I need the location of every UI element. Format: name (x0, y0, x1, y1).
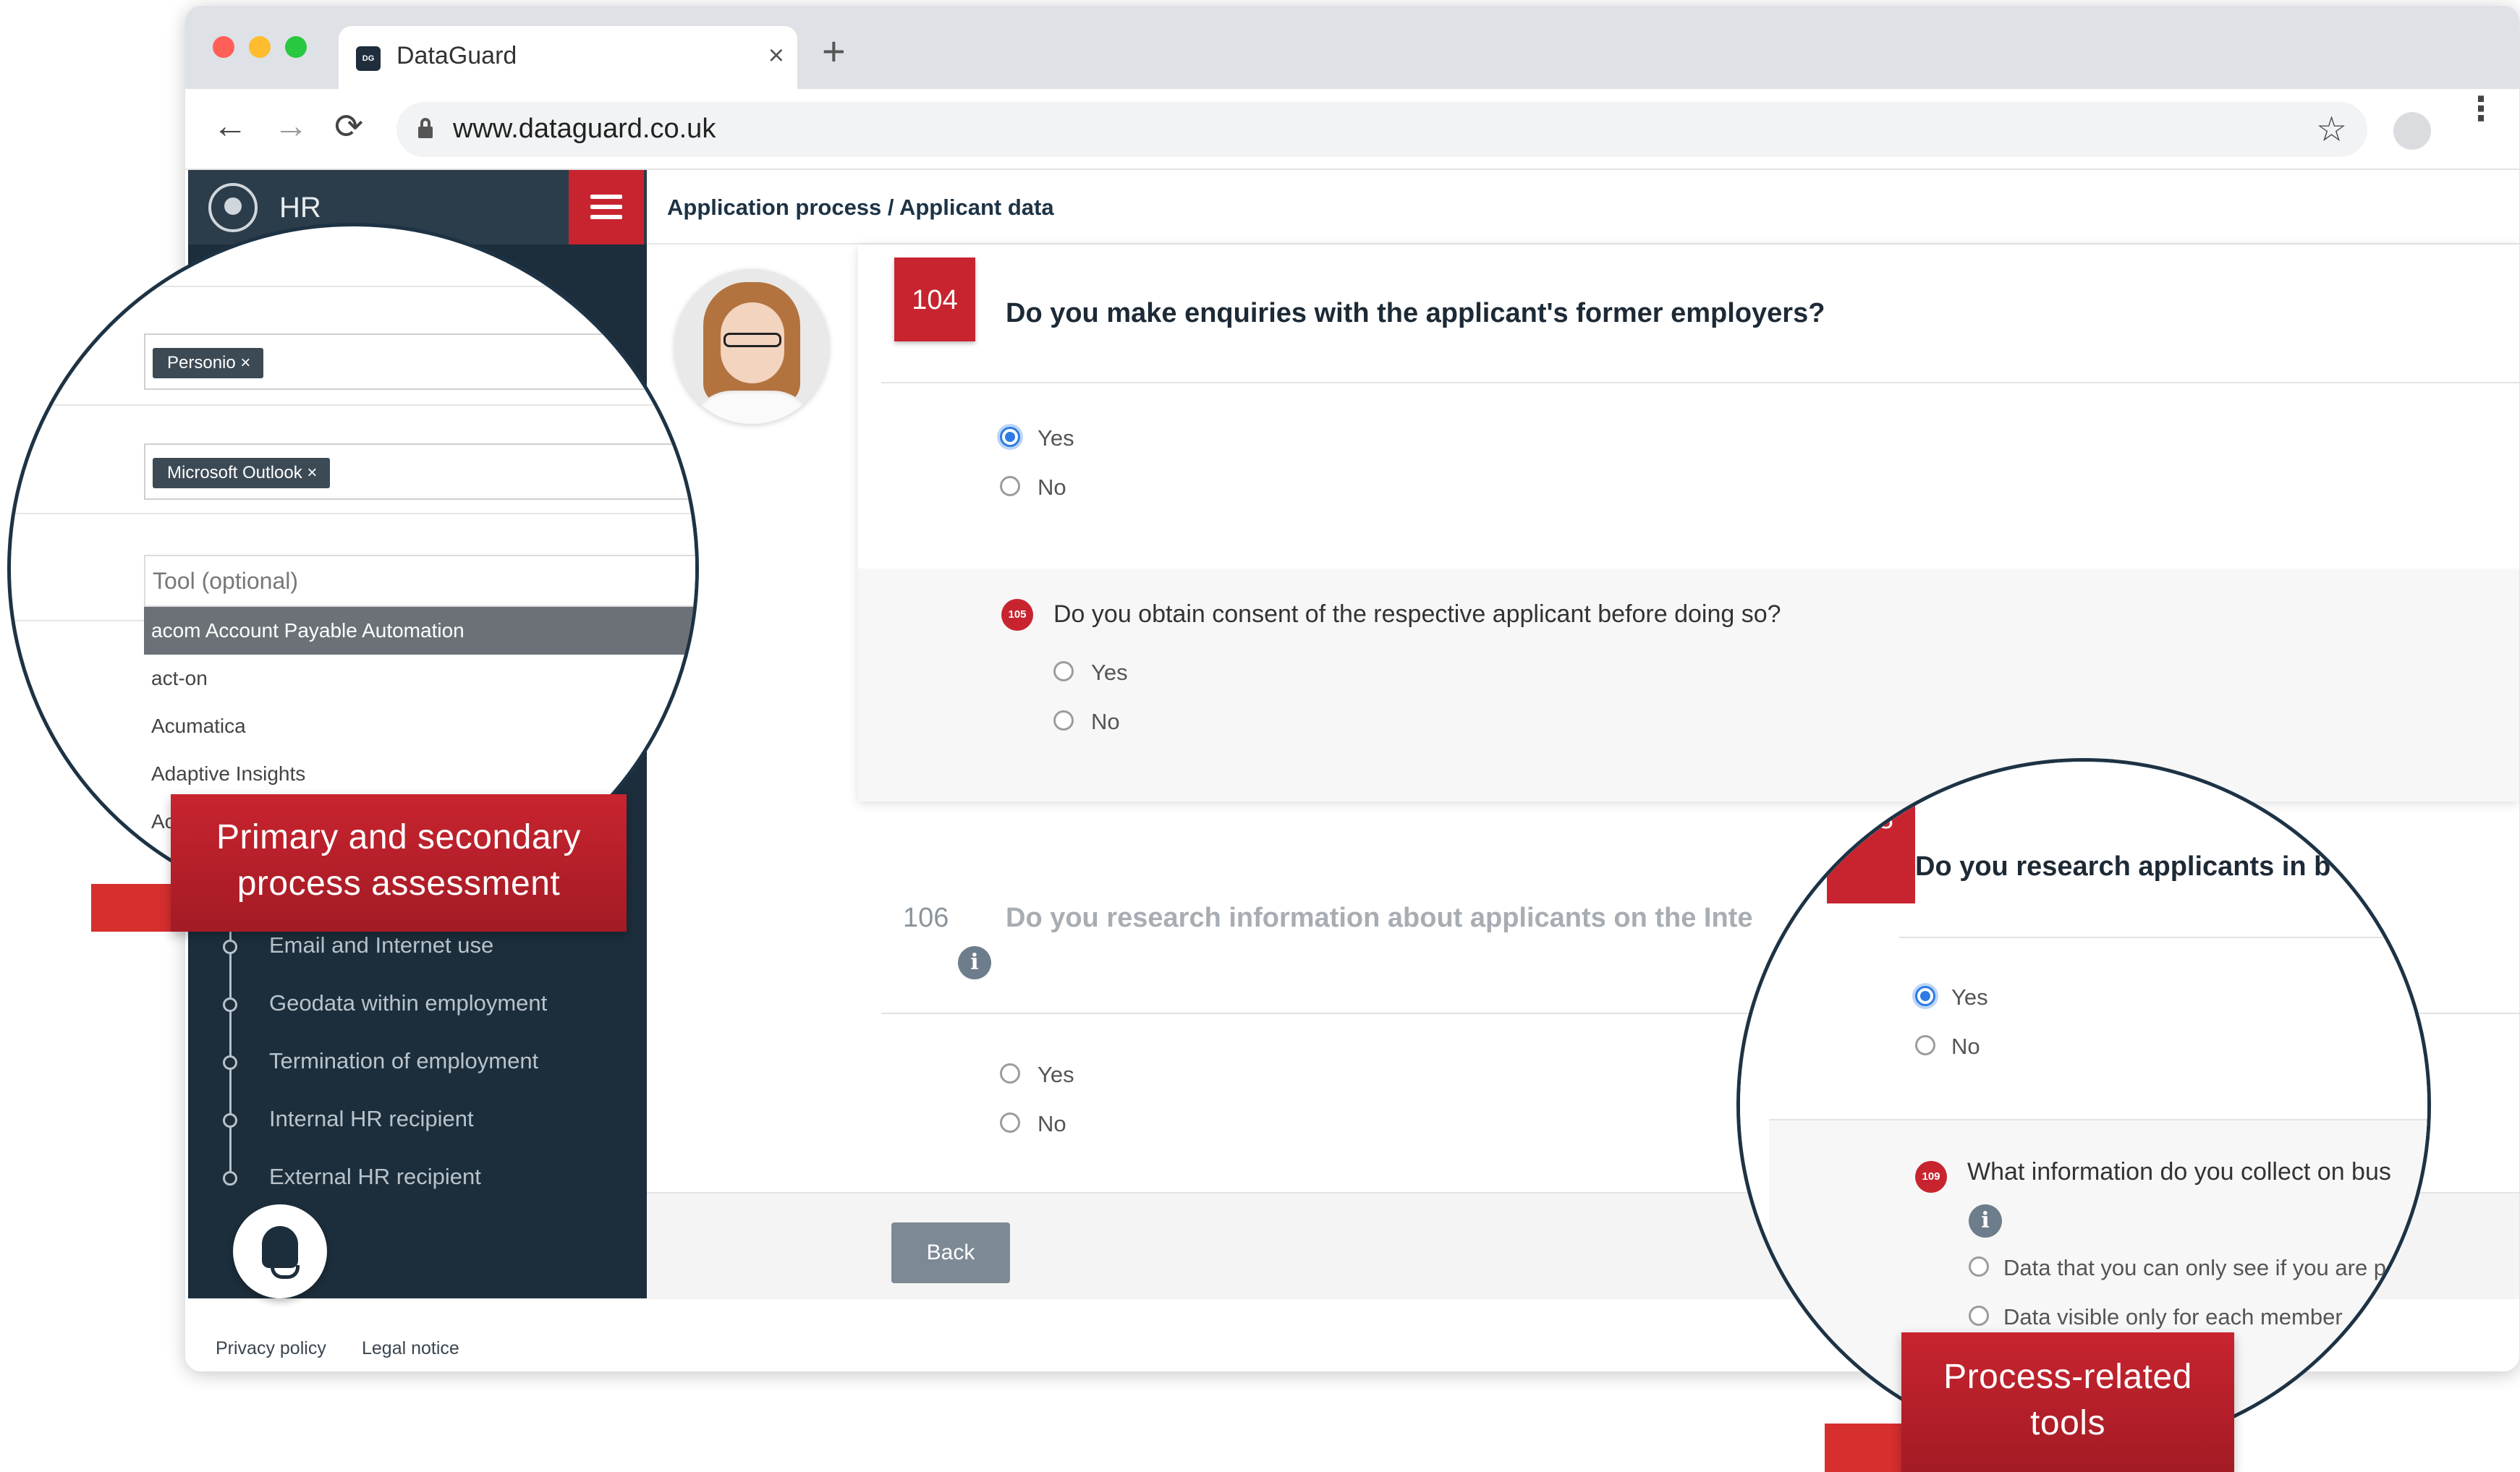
users-icon (208, 183, 258, 232)
step-bullet-icon (223, 1055, 237, 1070)
tool-option[interactable]: act-on (144, 655, 695, 702)
breadcrumb: Application process / Applicant data (667, 195, 1054, 220)
close-window-button[interactable] (213, 36, 234, 58)
question-105-text: Do you obtain consent of the respective … (1053, 600, 1781, 628)
remove-tag-icon[interactable]: × (240, 353, 250, 373)
zoom-sub-option-2-radio[interactable] (1969, 1306, 1989, 1326)
sidebar-item-geodata[interactable]: Geodata within employment (188, 980, 647, 1038)
profile-avatar[interactable] (2393, 112, 2431, 150)
remove-tag-icon[interactable]: × (307, 463, 317, 482)
close-tab-icon[interactable]: × (768, 41, 784, 72)
maximize-window-button[interactable] (285, 36, 307, 58)
question-105-badge: 105 (1001, 599, 1033, 631)
tool-tag-outlook[interactable]: Microsoft Outlook × (153, 458, 331, 488)
zoom-question-text: Do you research applicants in b (1915, 851, 2331, 882)
tool-option[interactable]: Adaptive Insights (144, 750, 695, 798)
q105-yes-label: Yes (1091, 660, 1128, 685)
browser-tab[interactable]: DG DataGuard × (339, 26, 797, 89)
q104-yes-radio[interactable] (1000, 427, 1020, 447)
q104-no-radio[interactable] (1000, 476, 1020, 496)
q105-yes-radio[interactable] (1053, 661, 1074, 681)
new-tab-icon[interactable]: + (822, 27, 846, 75)
tab-bar: DG DataGuard × + (185, 6, 2519, 89)
tool-search-input[interactable]: Tool (optional) (144, 555, 695, 607)
q104-no-label: No (1038, 475, 1066, 500)
step-bullet-icon (223, 997, 237, 1012)
tool-option[interactable]: acom Account Payable Automation (144, 607, 695, 655)
support-chat-icon[interactable] (233, 1204, 327, 1298)
hamburger-menu-icon[interactable] (569, 170, 644, 244)
browser-toolbar: ← → ⟳ www.dataguard.co.uk ☆ ⋮ (185, 89, 2519, 170)
step-bullet-icon (223, 1171, 237, 1186)
question-106-text: Do you research information about applic… (1006, 903, 1753, 933)
feature-label-tools: Process-related tools (1901, 1332, 2234, 1472)
question-106-number: 106 (903, 903, 949, 933)
tool-tag-field-1[interactable]: Personio × (144, 333, 695, 390)
q104-yes-label: Yes (1038, 425, 1074, 451)
advisor-avatar (674, 269, 829, 424)
sidebar-item-internal-recipient[interactable]: Internal HR recipient (188, 1096, 647, 1154)
privacy-policy-link[interactable]: Privacy policy (216, 1338, 326, 1359)
tool-tag-personio[interactable]: Personio × (153, 348, 264, 378)
tool-option[interactable]: Acumatica (144, 702, 695, 750)
bookmark-star-icon[interactable]: ☆ (2316, 109, 2347, 150)
zoom-sub-question-text: What information do you collect on bus (1967, 1158, 2391, 1186)
q106-no-label: No (1038, 1111, 1066, 1136)
back-button[interactable]: Back (891, 1222, 1010, 1283)
q106-yes-radio[interactable] (1000, 1063, 1020, 1084)
step-bullet-icon (223, 1113, 237, 1128)
question-number-badge: 104 (894, 258, 975, 341)
q106-no-radio[interactable] (1000, 1112, 1020, 1133)
forward-arrow-icon[interactable]: → (273, 106, 308, 146)
zoom-sub-option-1-radio[interactable] (1969, 1256, 1989, 1277)
reload-icon[interactable]: ⟳ (334, 106, 363, 147)
feature-label-assessment: Primary and secondary process assessment (171, 794, 627, 932)
question-109-badge: 109 (1915, 1161, 1947, 1193)
q105-no-radio[interactable] (1053, 710, 1074, 731)
sidebar-title: HR (279, 192, 321, 224)
zoom-yes-radio[interactable] (1915, 986, 1935, 1006)
breadcrumb-bar: Application process / Applicant data (647, 170, 2519, 244)
lock-icon (418, 118, 433, 138)
q106-yes-label: Yes (1038, 1062, 1074, 1087)
tab-title: DataGuard (396, 42, 517, 69)
zoom-no-radio[interactable] (1915, 1035, 1935, 1055)
tool-tag-field-2[interactable]: Microsoft Outlook × (144, 443, 695, 500)
question-badge-fragment: 8 (1827, 762, 1915, 903)
url-text: www.dataguard.co.uk (453, 114, 716, 144)
info-icon[interactable]: i (1969, 1204, 2002, 1238)
browser-menu-icon[interactable]: ⋮ (2464, 93, 2498, 125)
sidebar-item-external-recipient[interactable]: External HR recipient (188, 1154, 647, 1212)
sidebar-item-termination[interactable]: Termination of employment (188, 1038, 647, 1096)
address-bar[interactable]: www.dataguard.co.uk ☆ (396, 102, 2367, 157)
question-104-text: Do you make enquiries with the applicant… (1006, 298, 1825, 328)
step-bullet-icon (223, 940, 237, 954)
minimize-window-button[interactable] (249, 36, 271, 58)
dataguard-favicon-icon: DG (356, 46, 381, 71)
q105-no-label: No (1091, 709, 1120, 734)
info-icon[interactable]: i (958, 946, 991, 979)
legal-notice-link[interactable]: Legal notice (362, 1338, 459, 1359)
back-arrow-icon[interactable]: ← (213, 106, 247, 146)
